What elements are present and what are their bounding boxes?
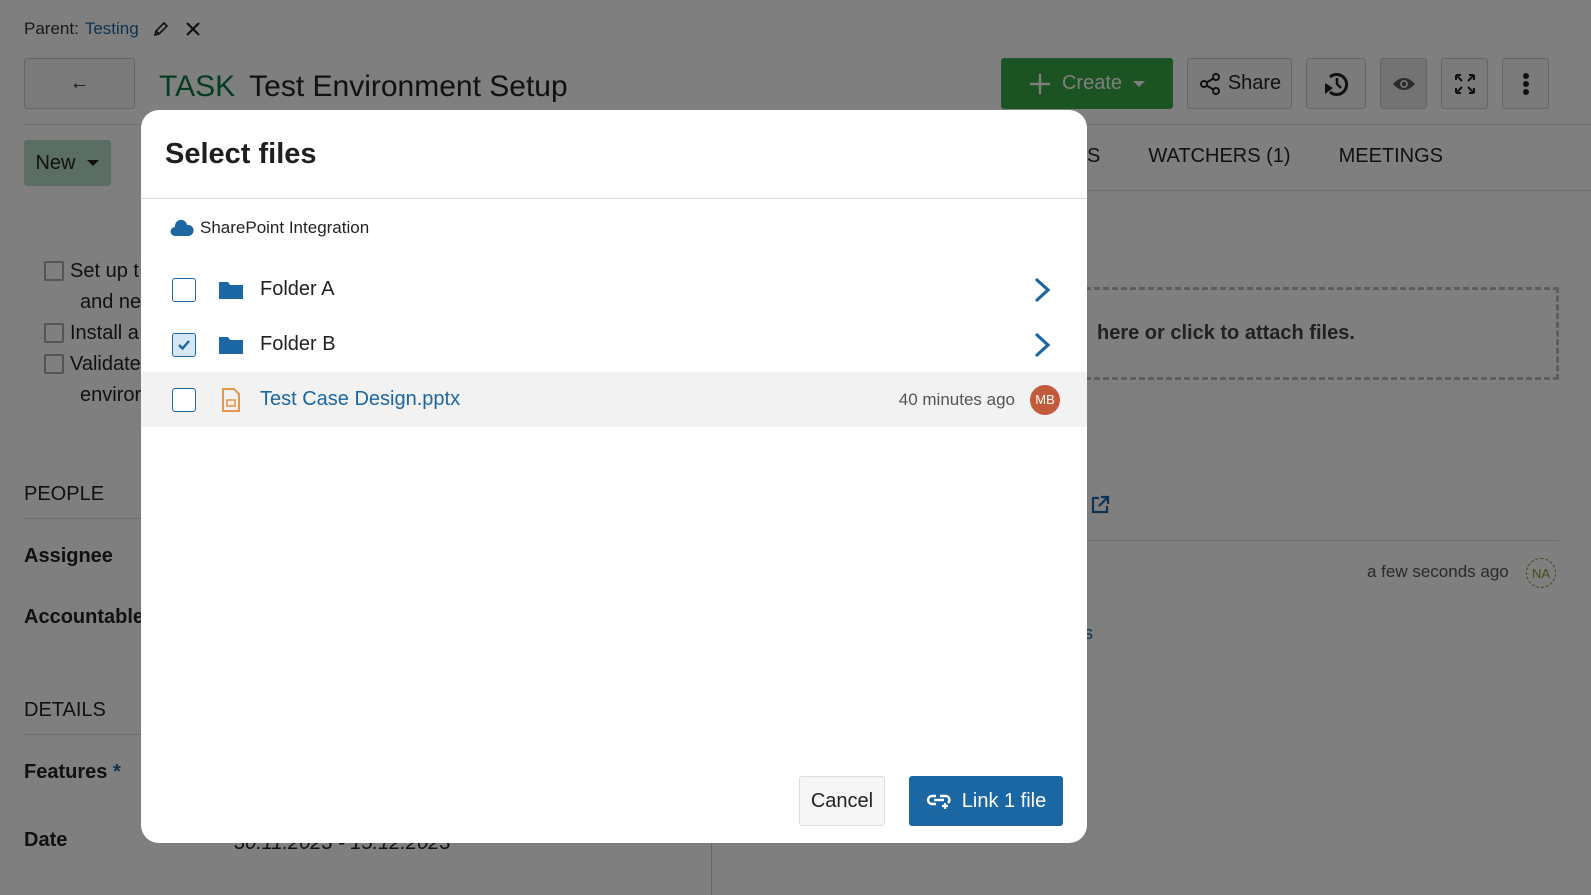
- select-files-dialog: Select files SharePoint Integration Fold…: [141, 110, 1087, 843]
- file-list: Folder A Folder B Test Case Design.pptx …: [141, 262, 1087, 427]
- storage-name: SharePoint Integration: [200, 218, 370, 237]
- link-files-button[interactable]: Link 1 file: [909, 776, 1063, 826]
- cancel-button[interactable]: Cancel: [799, 776, 885, 826]
- folder-icon: [218, 279, 244, 301]
- link-add-icon: [926, 794, 951, 809]
- dialog-title: Select files: [165, 137, 317, 170]
- cloud-icon: [170, 219, 194, 236]
- avatar[interactable]: MB: [1030, 384, 1060, 415]
- folder-icon: [218, 334, 244, 356]
- item-name[interactable]: Test Case Design.pptx: [260, 388, 460, 411]
- dialog-footer: Cancel Link 1 file: [799, 776, 1063, 826]
- link-files-label: Link 1 file: [961, 789, 1047, 812]
- presentation-file-icon: [218, 387, 244, 412]
- item-name[interactable]: Folder A: [260, 278, 334, 301]
- list-item-folder[interactable]: Folder B: [141, 317, 1087, 372]
- item-checkbox[interactable]: [172, 387, 196, 412]
- list-item-file[interactable]: Test Case Design.pptx 40 minutes ago MB: [141, 372, 1087, 427]
- item-name[interactable]: Folder B: [260, 333, 336, 356]
- list-item-folder[interactable]: Folder A: [141, 262, 1087, 317]
- chevron-right-icon[interactable]: [1031, 276, 1055, 304]
- item-modified-time: 40 minutes ago: [898, 389, 1015, 409]
- chevron-right-icon[interactable]: [1031, 331, 1055, 359]
- item-checkbox-checked[interactable]: [172, 332, 196, 357]
- storage-source: SharePoint Integration: [170, 218, 369, 238]
- checkmark-icon: [178, 339, 190, 350]
- dialog-header: Select files: [141, 110, 1087, 199]
- item-checkbox[interactable]: [172, 277, 196, 302]
